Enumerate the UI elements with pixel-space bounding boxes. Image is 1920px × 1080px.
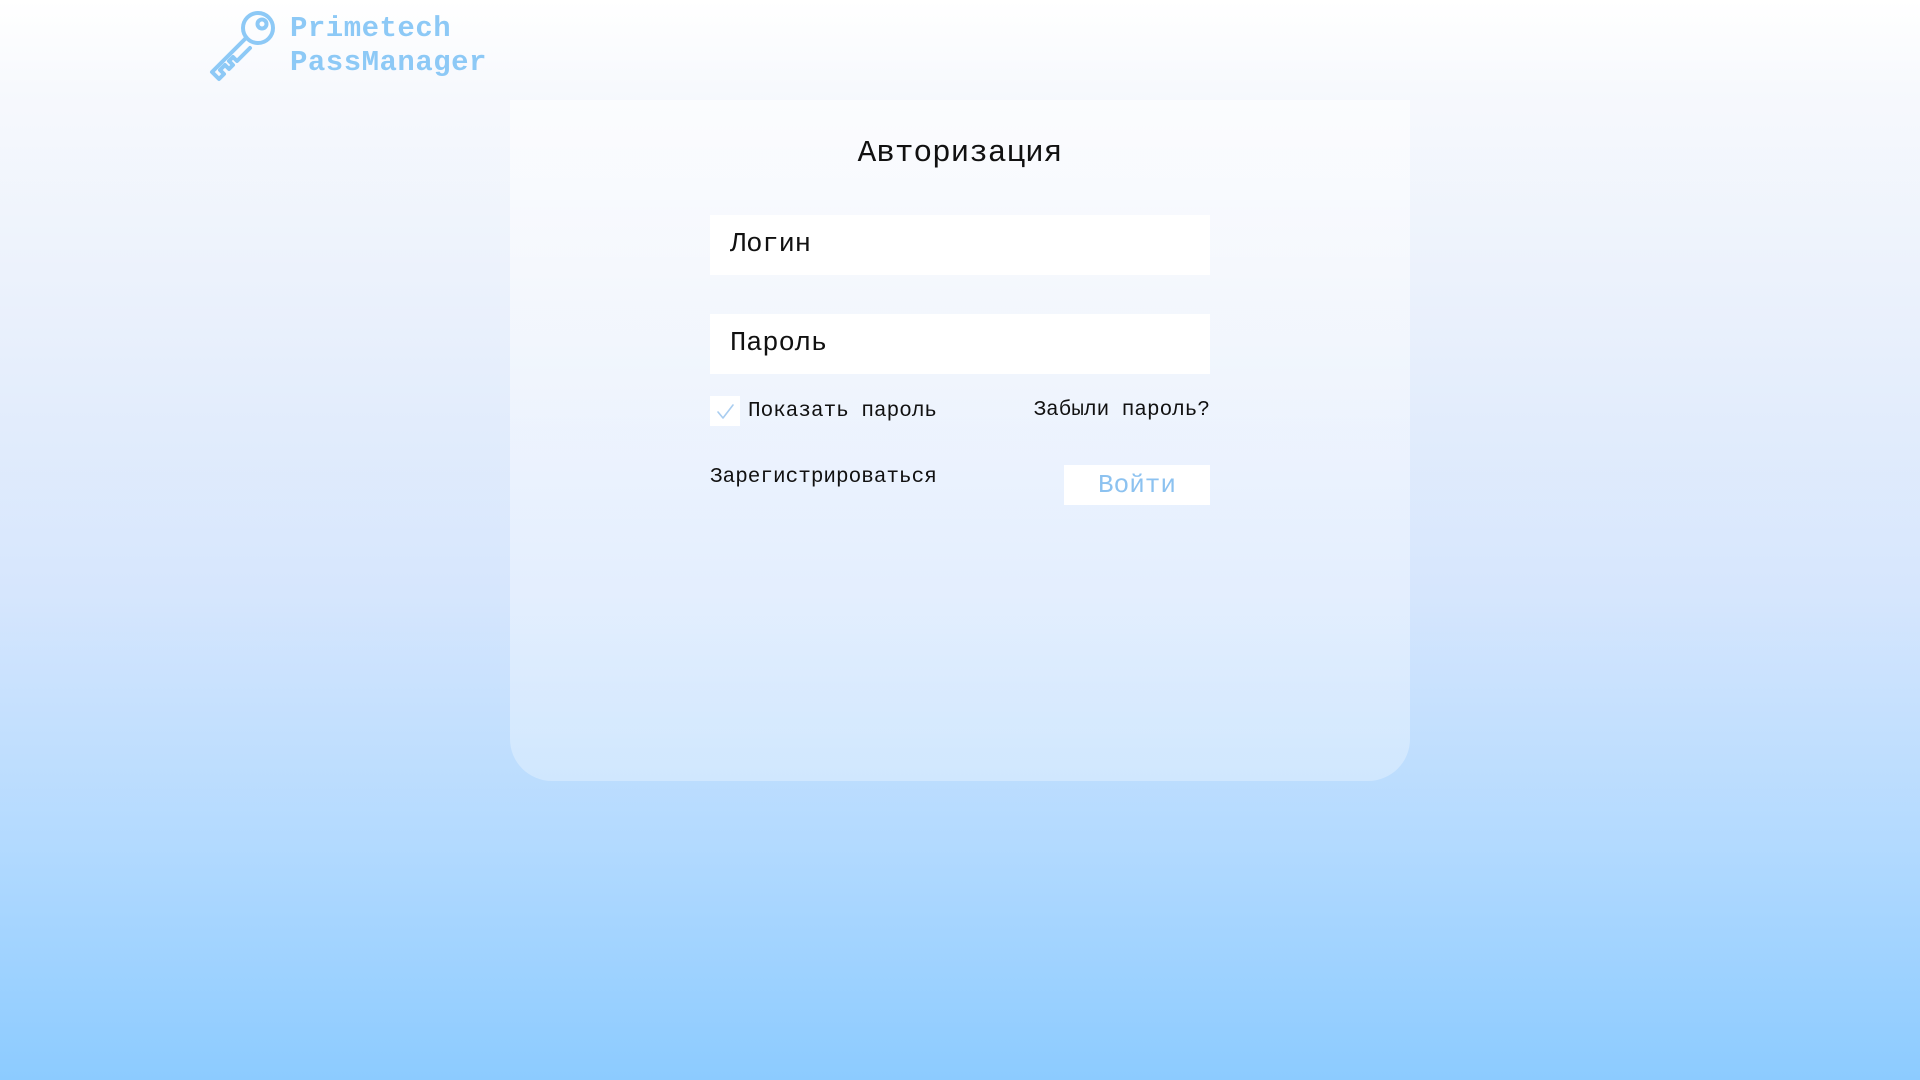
- show-password-row: Показать пароль: [710, 396, 937, 426]
- app-logo: Primetech PassManager: [206, 10, 487, 82]
- show-password-checkbox[interactable]: [710, 396, 740, 426]
- show-password-label: Показать пароль: [748, 399, 938, 423]
- register-link[interactable]: Зарегистрироваться: [710, 463, 937, 493]
- page-title: Авторизация: [857, 136, 1063, 171]
- checkmark-icon: [717, 404, 734, 419]
- auth-card: [510, 100, 1410, 781]
- password-field[interactable]: [710, 314, 1210, 374]
- login-button[interactable]: Войти: [1064, 465, 1210, 505]
- forgot-password-link[interactable]: Забыли пароль?: [1010, 396, 1210, 426]
- app-name: Primetech PassManager: [290, 12, 487, 80]
- app-name-line2: PassManager: [290, 46, 487, 79]
- app-name-line1: Primetech: [290, 12, 452, 45]
- login-field[interactable]: [710, 215, 1210, 275]
- key-icon: [210, 11, 275, 81]
